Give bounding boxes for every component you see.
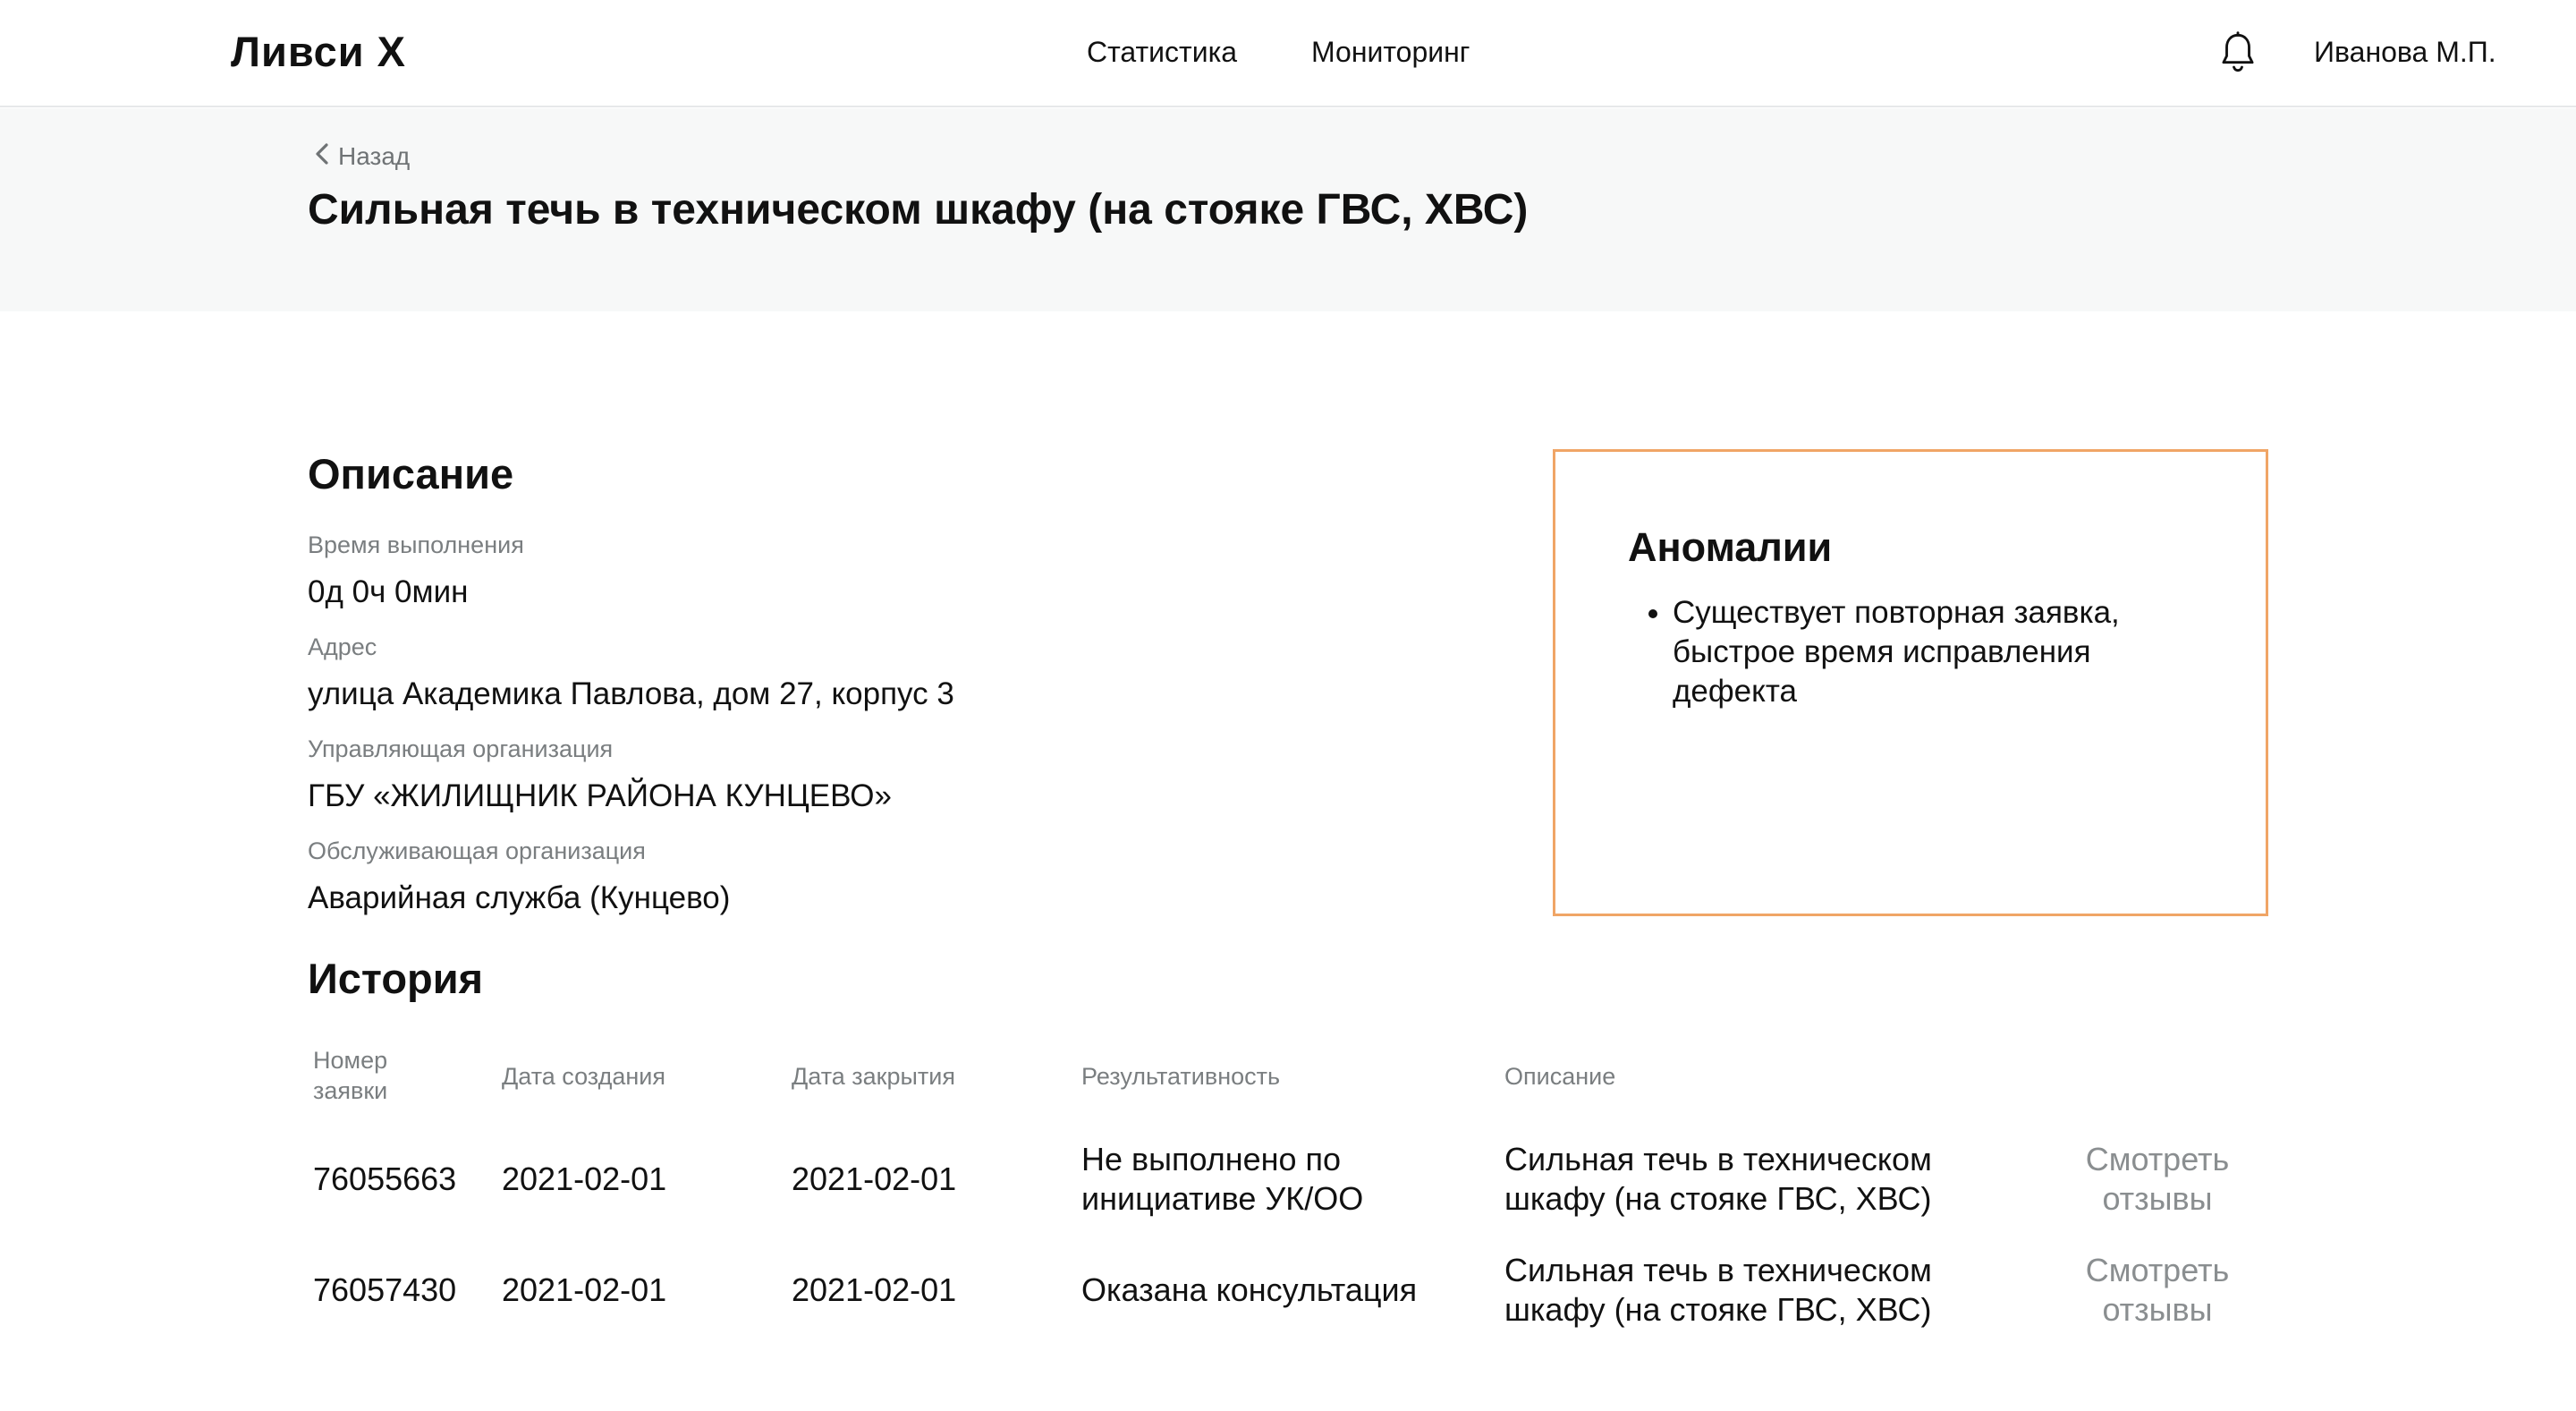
back-link[interactable]: Назад <box>315 142 410 171</box>
column-header-created: Дата создания <box>502 1063 665 1090</box>
column-header-result: Результативность <box>1081 1063 1281 1090</box>
description-heading: Описание <box>308 450 514 497</box>
page-title: Сильная течь в техническом шкафу (на сто… <box>308 186 1529 234</box>
anomalies-panel: Аномалии Существует повторная заявка, бы… <box>1553 449 2268 916</box>
cell-number: 76057430 <box>313 1271 457 1308</box>
title-band: Назад Сильная течь в техническом шкафу (… <box>0 108 2576 311</box>
anomalies-heading: Аномалии <box>1628 524 1833 570</box>
cell-number: 76055663 <box>313 1160 457 1197</box>
cell-closed: 2021-02-01 <box>792 1160 957 1197</box>
cell-created: 2021-02-01 <box>502 1160 667 1197</box>
anomalies-list: Существует повторная заявка, быстрое вре… <box>1628 593 2200 711</box>
view-reviews-link[interactable]: Смотреть отзывы <box>2059 1140 2256 1219</box>
nav-monitoring[interactable]: Мониторинг <box>1311 36 1470 69</box>
field-value-service-org: Аварийная служба (Кунцево) <box>308 880 731 915</box>
field-label-duration: Время выполнения <box>308 531 524 558</box>
field-value-duration: 0д 0ч 0мин <box>308 574 469 609</box>
chevron-left-icon <box>315 142 329 171</box>
cell-result: Не выполнено по инициативе УК/ОО <box>1081 1141 1364 1217</box>
nav-statistics[interactable]: Статистика <box>1087 36 1237 69</box>
column-header-closed: Дата закрытия <box>792 1063 955 1090</box>
cell-created: 2021-02-01 <box>502 1271 667 1308</box>
column-header-description: Описание <box>1504 1063 1616 1090</box>
view-reviews-link[interactable]: Смотреть отзывы <box>2059 1251 2256 1330</box>
field-label-management-org: Управляющая организация <box>308 735 614 762</box>
back-label: Назад <box>338 142 411 170</box>
column-header-number: Номер заявки <box>313 1047 388 1104</box>
field-value-management-org: ГБУ «ЖИЛИЩНИК РАЙОНА КУНЦЕВО» <box>308 778 892 813</box>
field-value-address: улица Академика Павлова, дом 27, корпус … <box>308 676 954 711</box>
anomaly-item: Существует повторная заявка, быстрое вре… <box>1673 593 2200 711</box>
history-heading: История <box>308 955 484 1002</box>
field-label-service-org: Обслуживающая организация <box>308 837 646 864</box>
bell-icon[interactable] <box>2218 30 2258 75</box>
cell-description: Сильная течь в техническом шкафу (на сто… <box>1504 1141 1932 1217</box>
field-label-address: Адрес <box>308 633 377 660</box>
user-menu[interactable]: Иванова М.П. <box>2314 36 2496 69</box>
cell-description: Сильная течь в техническом шкафу (на сто… <box>1504 1252 1932 1328</box>
cell-closed: 2021-02-01 <box>792 1271 957 1308</box>
app-logo[interactable]: Ливси X <box>231 27 406 76</box>
cell-result: Оказана консультация <box>1081 1271 1418 1308</box>
top-header: Ливси X Статистика Мониторинг Иванова М.… <box>0 0 2576 107</box>
